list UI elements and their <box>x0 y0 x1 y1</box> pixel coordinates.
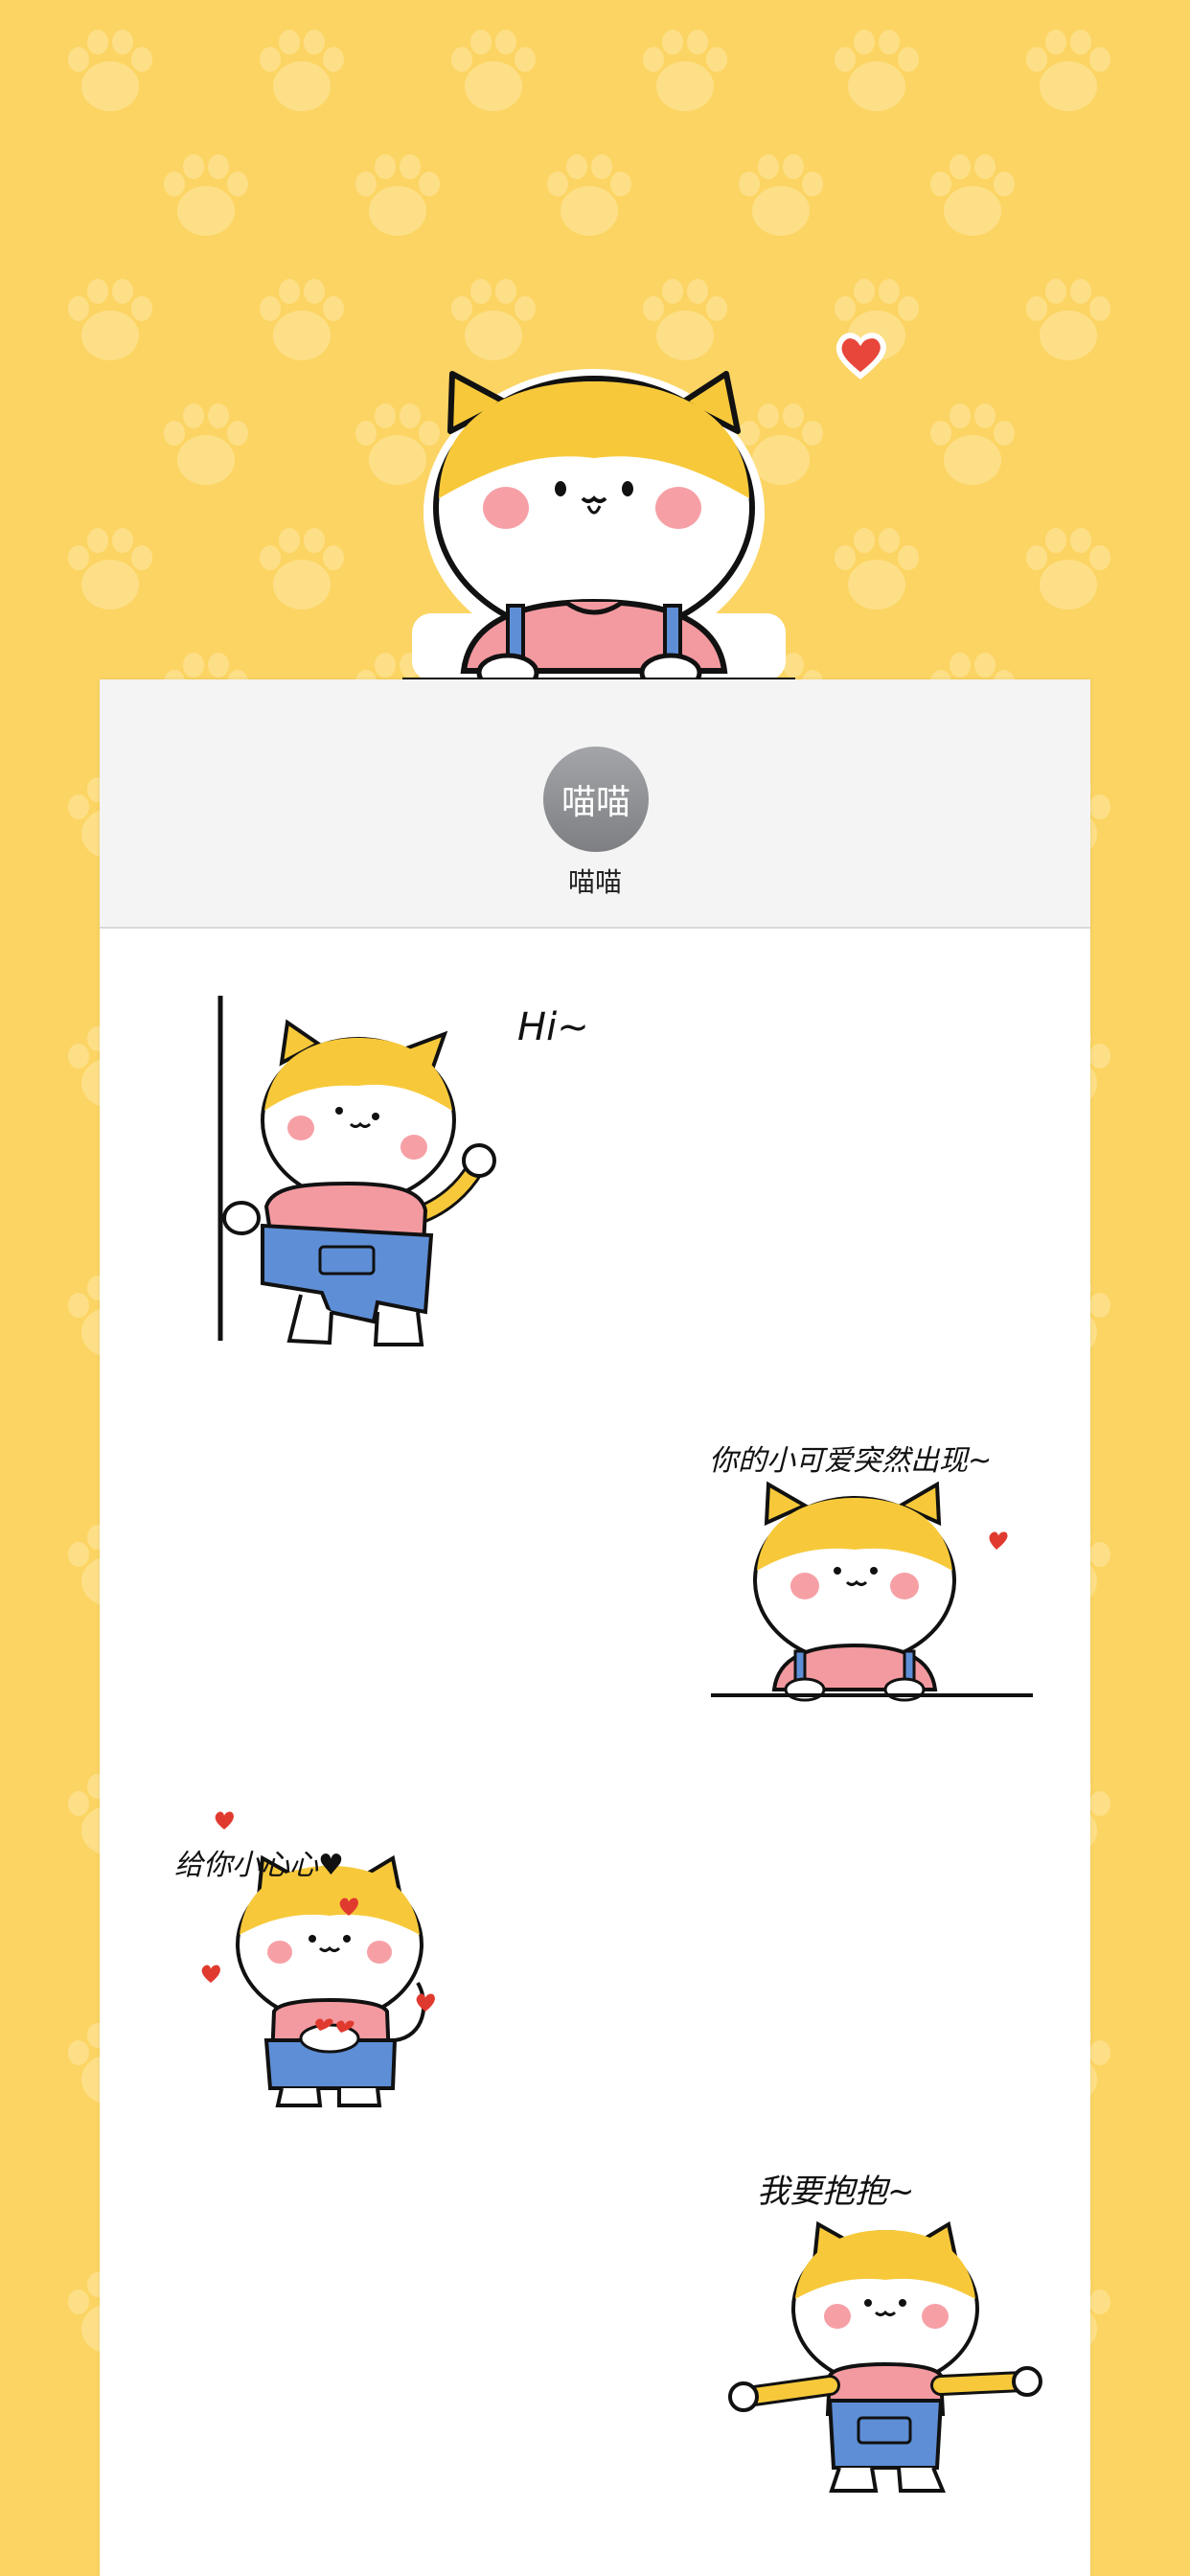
sticker-message-2[interactable]: 你的小可爱突然出现~ <box>709 1417 1064 1705</box>
paw-print-icon <box>920 393 1025 498</box>
contact-name: 喵喵 <box>567 866 622 898</box>
cat-waving-sticker-icon <box>217 996 496 1346</box>
paw-print-icon <box>249 518 355 623</box>
paw-print-icon <box>249 268 355 374</box>
paw-print-icon <box>537 144 642 249</box>
banner-cat-illustration <box>402 369 795 690</box>
sticker-caption: 你的小可爱突然出现~ <box>709 1444 993 1478</box>
cat-hearts-sticker-icon <box>201 1811 435 2107</box>
sticker-message-3[interactable]: 给你小心心♥ <box>167 1753 550 2117</box>
sticker-caption: Hi~ <box>517 1005 589 1049</box>
sticker-caption: 我要抱抱~ <box>757 2173 915 2211</box>
paw-print-icon <box>345 144 450 249</box>
paw-print-icon <box>441 19 546 125</box>
paw-print-icon <box>57 268 163 374</box>
paw-print-icon <box>1016 19 1121 125</box>
paw-print-icon <box>632 19 738 125</box>
paw-print-icon <box>57 19 163 125</box>
contact-avatar[interactable]: 喵喵 <box>543 747 649 852</box>
paw-print-icon <box>1016 268 1121 374</box>
paw-print-icon <box>153 144 259 249</box>
paw-print-icon <box>153 393 259 498</box>
chat-header: 喵喵 喵喵 <box>100 679 1090 929</box>
paw-print-icon <box>57 518 163 623</box>
chat-window: 喵喵 喵喵 Hi~ 你的小可爱突然出现~ 给你小心心♥ 我要抱抱~ <box>100 679 1090 2576</box>
sticker-message-4[interactable]: 我要抱抱~ <box>719 2146 1083 2500</box>
paw-print-icon <box>824 518 929 623</box>
paw-print-icon <box>728 144 834 249</box>
paw-print-icon <box>824 19 929 125</box>
sticker-caption: 给你小心心♥ <box>174 1849 344 1882</box>
heart-icon <box>835 333 886 380</box>
paw-print-icon <box>249 19 355 125</box>
paw-print-icon <box>920 144 1025 249</box>
paw-print-icon <box>1016 518 1121 623</box>
avatar-text: 喵喵 <box>561 783 630 822</box>
sticker-message-1[interactable]: Hi~ <box>205 996 607 1360</box>
